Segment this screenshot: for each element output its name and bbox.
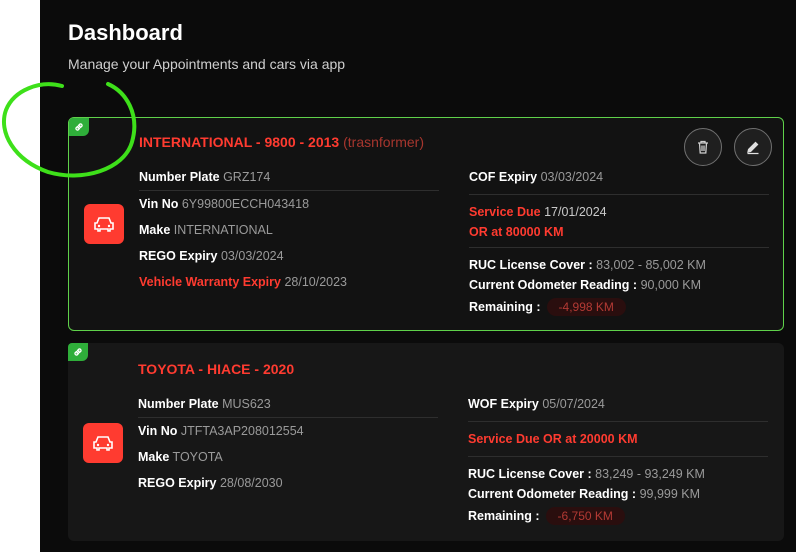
detail-label: Vin No (138, 424, 178, 438)
remaining-badge: -4,998 KM (546, 298, 626, 316)
sidebar-strip (0, 0, 40, 552)
detail-row: Number Plate MUS623 (138, 391, 438, 418)
detail-value: GRZ174 (223, 170, 271, 184)
detail-value: MUS623 (222, 397, 271, 411)
car-icon (83, 423, 123, 463)
link-icon[interactable] (68, 343, 88, 361)
detail-label: WOF Expiry (468, 397, 539, 411)
delete-button[interactable] (684, 128, 722, 166)
detail-label: Remaining : (469, 300, 541, 314)
vehicle-details-right: WOF Expiry 05/07/2024 Service Due OR at … (468, 391, 768, 528)
vehicle-card[interactable]: INTERNATIONAL - 9800 - 2013 (trasnformer… (68, 117, 784, 331)
page-title: Dashboard (68, 20, 183, 45)
remaining-badge: -6,750 KM (545, 507, 625, 525)
odometer-row: Current Odometer Reading : 90,000 KM (469, 275, 769, 295)
vehicle-model: TOYOTA - HIACE - 2020 (138, 361, 295, 377)
detail-value: TOYOTA (172, 450, 223, 464)
detail-row: Vin No 6Y99800ECCH043418 (139, 191, 439, 217)
detail-label: Service Due (469, 205, 541, 219)
detail-row: Number Plate GRZ174 (139, 164, 439, 191)
vehicle-title: TOYOTA - HIACE - 2020 (138, 361, 294, 377)
cert-expiry-row: COF Expiry 03/03/2024 (469, 164, 769, 195)
ruc-row: RUC License Cover : 83,249 - 93,249 KM (468, 457, 768, 484)
odometer-row: Current Odometer Reading : 99,999 KM (468, 484, 768, 504)
vehicle-details-left: Number Plate GRZ174 Vin No 6Y99800ECCH04… (139, 164, 439, 295)
service-due-row: Service Due OR at 20000 KM (468, 422, 768, 457)
service-due-row: Service Due 17/01/2024 OR at 80000 KM (469, 195, 769, 248)
main-content: Dashboard Manage your Appointments and c… (40, 0, 796, 552)
cert-expiry-row: WOF Expiry 05/07/2024 (468, 391, 768, 422)
detail-row: REGO Expiry 28/08/2030 (138, 470, 438, 496)
detail-value: 03/03/2024 (220, 249, 284, 263)
detail-row: Vehicle Warranty Expiry 28/10/2023 (139, 269, 439, 295)
detail-label: Service Due OR at 20000 KM (468, 432, 638, 446)
page-subtitle: Manage your Appointments and cars via ap… (68, 56, 346, 72)
detail-label: Remaining : (468, 509, 540, 523)
edit-button[interactable] (734, 128, 772, 166)
detail-row: REGO Expiry 03/03/2024 (139, 243, 439, 269)
link-icon[interactable] (69, 118, 89, 136)
detail-row: Make TOYOTA (138, 444, 438, 470)
vehicle-details-left: Number Plate MUS623 Vin No JTFTA3AP20801… (138, 391, 438, 496)
detail-label: Number Plate (139, 170, 220, 184)
pencil-icon (747, 141, 759, 155)
detail-value: 03/03/2024 (540, 170, 604, 184)
vehicle-details-right: COF Expiry 03/03/2024 Service Due 17/01/… (469, 164, 769, 319)
detail-row: Make INTERNATIONAL (139, 217, 439, 243)
detail-label: Current Odometer Reading : (469, 278, 638, 292)
detail-label: RUC License Cover : (468, 467, 592, 481)
detail-label: RUC License Cover : (469, 258, 593, 272)
detail-label: Current Odometer Reading : (468, 487, 637, 501)
detail-value: 28/08/2030 (219, 476, 283, 490)
detail-value: 99,999 KM (639, 487, 701, 501)
detail-row: Vin No JTFTA3AP208012554 (138, 418, 438, 444)
detail-value: 83,249 - 93,249 KM (595, 467, 705, 481)
detail-value: JTFTA3AP208012554 (180, 424, 304, 438)
detail-label: REGO Expiry (138, 476, 217, 490)
detail-label: Vin No (139, 197, 179, 211)
ruc-row: RUC License Cover : 83,002 - 85,002 KM (469, 248, 769, 275)
detail-value: 83,002 - 85,002 KM (596, 258, 706, 272)
detail-label: Make (139, 223, 171, 237)
detail-value: 05/07/2024 (542, 397, 605, 411)
detail-label: Number Plate (138, 397, 219, 411)
service-km-label: OR at 80000 KM (469, 225, 564, 239)
remaining-row: Remaining : -4,998 KM (469, 295, 769, 319)
detail-value: 17/01/2024 (544, 205, 607, 219)
detail-value: 28/10/2023 (284, 275, 348, 289)
remaining-row: Remaining : -6,750 KM (468, 504, 768, 528)
detail-label: Vehicle Warranty Expiry (139, 275, 281, 289)
detail-label: Make (138, 450, 170, 464)
detail-value: 6Y99800ECCH043418 (181, 197, 310, 211)
car-icon (84, 204, 124, 244)
vehicle-title: INTERNATIONAL - 9800 - 2013 (trasnformer… (139, 134, 424, 150)
detail-label: COF Expiry (469, 170, 538, 184)
trash-icon (698, 140, 708, 154)
detail-value: 90,000 KM (640, 278, 702, 292)
vehicle-model: INTERNATIONAL - 9800 - 2013 (139, 134, 340, 150)
vehicle-variant: (trasnformer) (343, 134, 425, 150)
vehicle-card[interactable]: TOYOTA - HIACE - 2020 Number Plate MUS62… (68, 343, 784, 541)
detail-value: INTERNATIONAL (173, 223, 273, 237)
detail-label: REGO Expiry (139, 249, 218, 263)
